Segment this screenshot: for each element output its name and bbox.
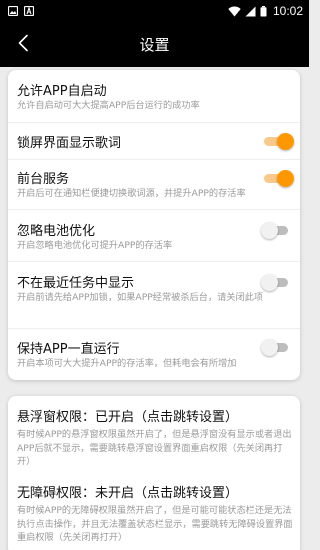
setting-row-lockscreen-lyrics[interactable]: 锁屏界面显示歌词 bbox=[8, 123, 300, 160]
setting-subtitle: 开启忽略电池优化可提升APP的存活率 bbox=[17, 240, 173, 251]
setting-subtitle: 允许自启动可大大提高APP后台运行的成功率 bbox=[17, 100, 200, 111]
setting-subtitle: 开启后可在通知栏便捷切换歌词源，并提升APP的存活率 bbox=[17, 188, 246, 199]
setting-title: 前台服务 bbox=[17, 172, 70, 187]
signal-icon bbox=[245, 6, 256, 16]
setting-title: 保持APP一直运行 bbox=[17, 342, 120, 357]
settings-card: 允许APP自启动 允许自启动可大大提高APP后台运行的成功率 锁屏界面显示歌词 … bbox=[8, 70, 300, 380]
setting-title: 不在最近任务中显示 bbox=[17, 276, 135, 291]
setting-title: 忽略电池优化 bbox=[17, 224, 96, 239]
setting-subtitle: 开启本项可大大提升APP的存活率，但耗电会有所增加 bbox=[17, 358, 237, 369]
app-bar: 10:02 设置 bbox=[0, 0, 309, 67]
text-a-icon bbox=[24, 6, 34, 16]
setting-row-foreground-service[interactable]: 前台服务 开启后可在通知栏便捷切换歌词源，并提升APP的存活率 bbox=[8, 160, 300, 210]
battery-optimization-toggle[interactable] bbox=[261, 222, 290, 239]
permissions-card: 悬浮窗权限：已开启（点击跳转设置） 有时候APP的悬浮窗权限虽然开启了，但是悬浮… bbox=[8, 396, 300, 550]
battery-icon bbox=[260, 5, 267, 16]
wifi-icon bbox=[228, 6, 241, 16]
permission-title: 无障碍权限：未开启（点击跳转设置） bbox=[17, 486, 239, 501]
permission-title: 悬浮窗权限：已开启（点击跳转设置） bbox=[17, 410, 239, 425]
setting-row-autostart[interactable]: 允许APP自启动 允许自启动可大大提高APP后台运行的成功率 bbox=[8, 70, 300, 123]
foreground-service-toggle[interactable] bbox=[264, 170, 294, 187]
toolbar: 设置 bbox=[0, 22, 309, 67]
keep-alive-toggle[interactable] bbox=[261, 339, 290, 356]
hide-recents-toggle[interactable] bbox=[261, 274, 290, 291]
setting-row-hide-recents[interactable]: 不在最近任务中显示 开启前请先给APP加锁，如果APP经常被杀后台，请关闭此项 bbox=[8, 262, 300, 329]
permission-description: 有时候APP的无障碍权限虽然开启了，但是可能可能状态栏还是无法执行点击操作，并且… bbox=[17, 505, 293, 543]
permission-description: 有时候APP的悬浮窗权限虽然开启了，但是悬浮窗没有显示或者退出APP后就不显示，… bbox=[17, 429, 292, 467]
page-title: 设置 bbox=[139, 36, 170, 54]
setting-subtitle: 开启前请先给APP加锁，如果APP经常被杀后台，请关闭此项 bbox=[17, 292, 264, 303]
setting-row-keep-alive[interactable]: 保持APP一直运行 开启本项可大大提升APP的存活率，但耗电会有所增加 bbox=[8, 329, 300, 380]
lockscreen-lyrics-toggle[interactable] bbox=[264, 133, 294, 150]
back-button[interactable] bbox=[12, 32, 34, 54]
setting-title: 锁屏界面显示歌词 bbox=[17, 136, 122, 151]
overlay-permission-item[interactable]: 悬浮窗权限：已开启（点击跳转设置） 有时候APP的悬浮窗权限虽然开启了，但是悬浮… bbox=[8, 396, 300, 472]
chevron-left-icon bbox=[18, 34, 28, 52]
accessibility-permission-item[interactable]: 无障碍权限：未开启（点击跳转设置） 有时候APP的无障碍权限虽然开启了，但是可能… bbox=[8, 472, 300, 550]
status-time: 10:02 bbox=[272, 4, 303, 18]
setting-row-battery-optimization[interactable]: 忽略电池优化 开启忽略电池优化可提升APP的存活率 bbox=[8, 210, 300, 262]
image-icon bbox=[8, 6, 18, 16]
setting-title: 允许APP自启动 bbox=[17, 84, 107, 99]
status-bar: 10:02 bbox=[0, 0, 309, 22]
